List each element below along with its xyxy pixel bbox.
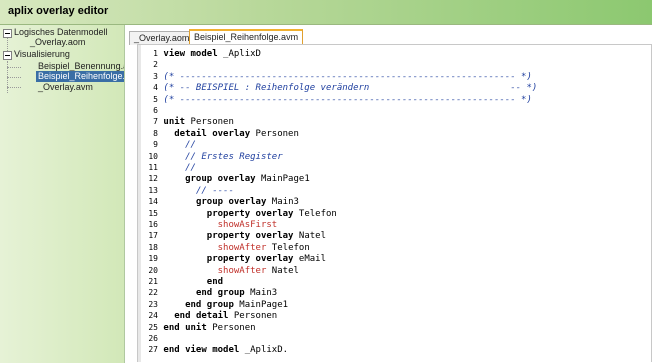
- tree-item-visualisierung[interactable]: Visualisierung: [14, 49, 70, 60]
- tree-line: [7, 37, 8, 51]
- tab-overlay-aom[interactable]: _Overlay.aom: [129, 31, 195, 45]
- code-line[interactable]: 27 end view model _AplixD.: [138, 343, 288, 356]
- code-text: Personen: [206, 322, 256, 333]
- app-title: aplix overlay editor: [8, 5, 109, 17]
- code-keyword: end unit: [163, 322, 207, 333]
- code-text: _AplixD.: [239, 345, 289, 356]
- code-keyword: view model: [163, 49, 218, 59]
- code-text: _AplixD: [217, 49, 261, 59]
- tree-line: [7, 67, 21, 68]
- code-comment: // Erstes Register: [185, 151, 283, 162]
- title-bar: aplix overlay editor: [0, 0, 652, 25]
- tree-item-overlay-aom[interactable]: _Overlay.aom: [30, 37, 85, 48]
- code-text: Personen: [250, 128, 299, 139]
- code-text: MainPage1: [255, 174, 310, 185]
- tree-item-beispiel-reihenfolge[interactable]: Beispiel_Reihenfolge.a: [36, 71, 124, 82]
- line-number: 27: [148, 345, 158, 355]
- tree-line: [7, 87, 21, 88]
- code-keyword: end view model: [163, 345, 240, 356]
- code-comment: (* -------------------------------------…: [163, 94, 532, 105]
- code-editor[interactable]: 1 view model _AplixD 2 3 (* -------------…: [137, 44, 652, 362]
- editor-area: _Overlay.aom Beispiel_Reihenfolge.avm 1 …: [125, 25, 652, 363]
- tree-line: [7, 77, 21, 78]
- code-text: Telefon: [293, 208, 337, 219]
- code-text: Natel: [266, 265, 299, 276]
- code-directive: showAfter: [217, 265, 267, 276]
- code-line[interactable]: 5 (* -----------------------------------…: [138, 93, 532, 106]
- expand-toggle-icon[interactable]: [3, 29, 12, 38]
- project-tree: Logisches Datenmodell _Overlay.aom Visua…: [0, 25, 125, 363]
- tree-item-overlay-avm[interactable]: _Overlay.avm: [38, 82, 93, 93]
- expand-toggle-icon[interactable]: [3, 51, 12, 60]
